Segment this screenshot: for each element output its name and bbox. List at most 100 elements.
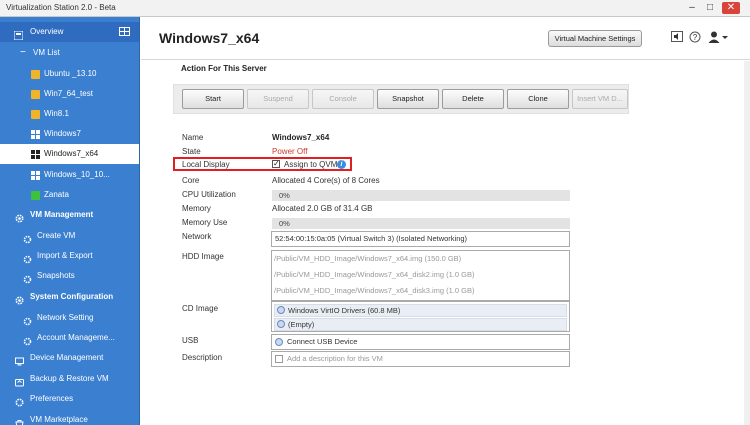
start-button[interactable]: Start [182, 89, 244, 109]
scrollbar[interactable] [744, 61, 750, 425]
speaker-icon[interactable] [669, 31, 685, 46]
delete-button[interactable]: Delete [442, 89, 504, 109]
sidebar-item-label: Account Manageme... [37, 333, 115, 342]
cd-image-label: CD Image [182, 304, 219, 313]
windows-logo-icon [31, 171, 40, 180]
user-icon[interactable] [707, 31, 729, 46]
vm-status-icon [31, 191, 40, 200]
suspend-button[interactable]: Suspend [247, 89, 309, 109]
sidebar-item-label: Import & Export [37, 251, 93, 260]
hdd-image-item[interactable]: /Public/VM_HDD_Image/Windows7_x64_disk3.… [274, 286, 475, 295]
sidebar-item-label: Win8.1 [44, 109, 69, 118]
memory-use-label: Memory Use [182, 218, 228, 227]
overview-icon [13, 28, 24, 41]
name-value: Windows7_x64 [272, 133, 330, 142]
create-vm-icon [23, 232, 32, 244]
usb-field-value: Connect USB Device [287, 337, 358, 346]
sidebar-item-create-vm[interactable]: Create VM [0, 226, 139, 246]
vm-settings-button[interactable]: Virtual Machine Settings [548, 30, 642, 47]
sidebar-item-label: Windows7 [44, 129, 81, 138]
network-icon [23, 314, 32, 326]
assign-qvm-checkbox[interactable]: ✓ [272, 160, 280, 168]
sidebar-item-label: Preferences [30, 394, 74, 403]
sidebar-item-label: Win7_64_test [44, 89, 93, 98]
sidebar-item-network-setting[interactable]: Network Setting [0, 308, 139, 328]
sidebar-item-vm-marketplace[interactable]: VM Marketplace [0, 410, 139, 425]
sidebar-item-device-management[interactable]: Device Management [0, 348, 139, 368]
sidebar-item-label: Network Setting [37, 313, 94, 322]
disc-icon [277, 306, 285, 314]
description-field[interactable]: Add a description for this VM [271, 351, 570, 367]
hdd-image-item[interactable]: /Public/VM_HDD_Image/Windows7_x64_disk2.… [274, 270, 475, 279]
sidebar-item-system-configuration[interactable]: System Configuration [0, 287, 139, 307]
insert-vm-disk-button[interactable]: Insert VM D... [572, 89, 628, 109]
gear-icon [15, 211, 24, 223]
name-label: Name [182, 133, 204, 142]
usb-icon [275, 338, 283, 346]
import-export-icon [23, 252, 32, 264]
cd-image-item[interactable]: Windows VirtIO Drivers (60.8 MB) [274, 304, 567, 317]
cd-image-list: Windows VirtIO Drivers (60.8 MB) (Empty) [271, 301, 570, 332]
snapshots-icon [23, 272, 32, 284]
marketplace-icon [15, 416, 24, 425]
vm-status-icon [31, 110, 40, 119]
grid-view-icon[interactable] [119, 27, 130, 36]
disc-icon [277, 320, 285, 328]
sidebar-item-overview[interactable]: Overview [0, 22, 139, 42]
usb-field[interactable]: Connect USB Device [271, 334, 570, 350]
sidebar-item-label: Windows7_x64 [44, 149, 99, 158]
sidebar-item-vm-win7-64-test[interactable]: Win7_64_test [0, 84, 139, 104]
console-button[interactable]: Console [312, 89, 374, 109]
sidebar-item-vm-zanata[interactable]: Zanata [0, 185, 139, 205]
sidebar-item-label: Snapshots [37, 271, 75, 280]
sidebar-item-import-export[interactable]: Import & Export [0, 246, 139, 266]
sidebar-item-vm-management[interactable]: VM Management [0, 205, 139, 225]
sidebar: Overview − VM List Ubuntu _13.10 Win7_64… [0, 17, 140, 425]
sidebar-item-backup-restore[interactable]: Backup & Restore VM [0, 369, 139, 389]
cd-image-label-text: (Empty) [288, 320, 315, 329]
backup-icon [15, 375, 24, 387]
close-icon[interactable]: ✕ [722, 2, 740, 14]
device-icon [15, 354, 24, 366]
description-label: Description [182, 353, 223, 362]
help-icon[interactable]: ? [687, 31, 703, 46]
sidebar-item-account-management[interactable]: Account Manageme... [0, 328, 139, 348]
sidebar-item-label: VM Management [30, 210, 94, 219]
memory-use-bar: 0% [272, 218, 570, 229]
collapse-icon: − [20, 47, 26, 58]
minimize-icon[interactable]: – [686, 2, 698, 14]
sidebar-item-snapshots[interactable]: Snapshots [0, 266, 139, 286]
local-display-label: Local Display [182, 160, 230, 169]
cd-image-item[interactable]: (Empty) [274, 318, 567, 331]
sidebar-item-label: VM List [33, 48, 60, 57]
description-placeholder: Add a description for this VM [287, 354, 383, 363]
action-toolbar: Start Suspend Console Snapshot Delete Cl… [173, 84, 629, 114]
network-field[interactable]: 52:54:00:15:0a:05 (Virtual Switch 3) (Is… [271, 231, 570, 247]
network-label: Network [182, 232, 212, 241]
memory-use-value: 0% [279, 219, 290, 228]
cpu-utilization-label: CPU Utilization [182, 190, 236, 199]
hdd-image-item[interactable]: /Public/VM_HDD_Image/Windows7_x64.img (1… [274, 254, 461, 263]
hdd-image-list[interactable]: /Public/VM_HDD_Image/Windows7_x64.img (1… [271, 250, 570, 301]
window-titlebar: Virtualization Station 2.0 - Beta – □ ✕ [0, 0, 750, 17]
main-panel: Windows7_x64 Virtual Machine Settings ? … [141, 17, 750, 425]
sidebar-item-vm-ubuntu[interactable]: Ubuntu _13.10 [0, 64, 139, 84]
sidebar-item-vm-windows10[interactable]: Windows_10_10... [0, 165, 139, 185]
svg-text:?: ? [693, 33, 698, 42]
maximize-icon[interactable]: □ [704, 2, 716, 14]
memory-label: Memory [182, 204, 211, 213]
info-icon[interactable]: i [337, 160, 346, 169]
sidebar-item-label: Backup & Restore VM [30, 374, 109, 383]
snapshot-button[interactable]: Snapshot [377, 89, 439, 109]
clone-button[interactable]: Clone [507, 89, 569, 109]
sidebar-item-vm-list[interactable]: − VM List [0, 43, 139, 63]
window-title: Virtualization Station 2.0 - Beta [6, 3, 116, 12]
sidebar-item-label: Device Management [30, 353, 104, 362]
cpu-utilization-bar: 0% [272, 190, 570, 201]
hdd-image-label: HDD Image [182, 252, 224, 261]
sidebar-item-preferences[interactable]: Preferences [0, 389, 139, 409]
sidebar-item-vm-win8[interactable]: Win8.1 [0, 104, 139, 124]
sidebar-item-vm-windows7-x64[interactable]: Windows7_x64 [0, 144, 139, 164]
sidebar-item-label: Ubuntu _13.10 [44, 69, 97, 78]
sidebar-item-vm-windows7[interactable]: Windows7 [0, 124, 139, 144]
